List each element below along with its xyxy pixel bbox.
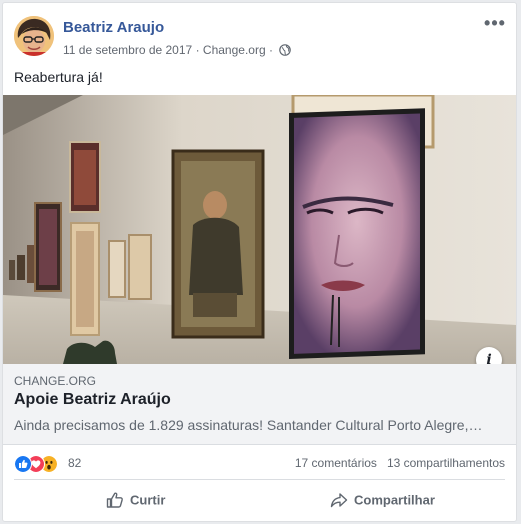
link-domain: CHANGE.ORG [14, 374, 97, 388]
post-meta: 11 de setembro de 2017 · Change.org · [63, 42, 292, 57]
reaction-count: 82 [68, 456, 82, 470]
author-name[interactable]: Beatriz Araujo [63, 19, 164, 36]
link-title[interactable]: Apoie Beatriz Araújo [14, 391, 171, 409]
meta-separator: · [268, 42, 273, 57]
actions-divider [14, 479, 505, 480]
thumbs-up-icon [106, 492, 123, 508]
like-reaction-icon [14, 455, 32, 473]
shared-link-image[interactable]: i [3, 95, 516, 364]
post-card: Beatriz Araujo 11 de setembro de 2017 · … [2, 2, 517, 522]
like-button[interactable]: Curtir [106, 491, 165, 517]
post-header: Beatriz Araujo 11 de setembro de 2017 · … [14, 14, 506, 62]
link-description: Ainda precisamos de 1.829 assinaturas! S… [14, 417, 483, 433]
post-date[interactable]: 11 de setembro de 2017 [63, 43, 192, 57]
comments-count[interactable]: 17 comentários [295, 456, 377, 470]
post-source[interactable]: Change.org [203, 43, 266, 57]
link-preview[interactable]: CHANGE.ORG Apoie Beatriz Araújo Ainda pr… [3, 364, 516, 445]
shares-count[interactable]: 13 compartilhamentos [387, 456, 505, 470]
share-label: Compartilhar [354, 492, 435, 508]
share-arrow-icon [330, 493, 348, 508]
post-text: Reabertura já! [14, 69, 103, 85]
globe-icon[interactable] [279, 44, 292, 56]
author-avatar[interactable] [14, 16, 54, 56]
share-button[interactable]: Compartilhar [330, 491, 435, 517]
more-options-icon[interactable]: ••• [484, 14, 506, 36]
like-label: Curtir [130, 492, 166, 508]
meta-separator: · [195, 42, 200, 57]
engagement-stats: 17 comentários 13 compartilhamentos [295, 456, 505, 470]
